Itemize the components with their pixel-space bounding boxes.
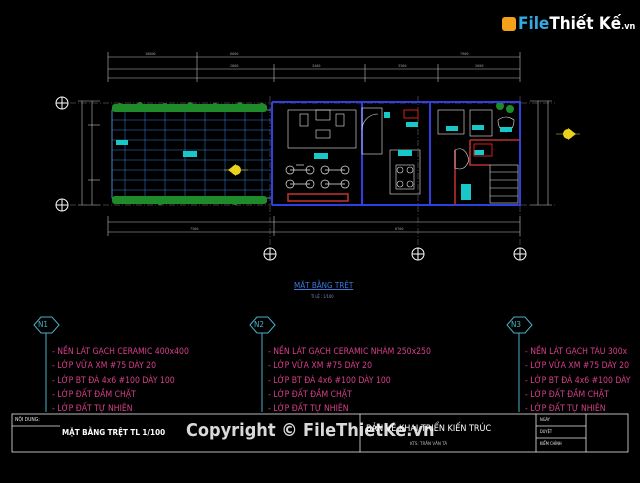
drawing-name: MẶT BẰNG TRỆT TL 1/100 — [62, 428, 166, 437]
note-list-n2: - NỀN LÁT GẠCH CERAMIC NHÁM 250x250 - LỚ… — [268, 345, 431, 416]
note-list-n1: - NỀN LÁT GẠCH CERAMIC 400x400 - LỚP VỮA… — [52, 345, 189, 416]
plan-scale: TỈ LỆ : 1/100 — [311, 294, 334, 299]
note-line: - LỚP VỮA XM #75 DÀY 20 — [268, 361, 373, 372]
note-line: - LỚP ĐẤT ĐẦM CHẶT — [525, 389, 609, 400]
note-line: - LỚP ĐẤT TỰ NHIÊN — [268, 404, 349, 415]
note-id-n1: N1 — [38, 320, 48, 329]
note-line: - LỚP ĐẤT ĐẦM CHẶT — [268, 389, 352, 400]
logo-brand-rest: Thiết Kế — [549, 14, 622, 34]
note-list-n3: - NỀN LÁT GẠCH TÀU 300x - LỚP VỮA XM #75… — [525, 345, 631, 416]
title-block-field-2: DUYỆT — [540, 429, 553, 434]
logo-tld: .vn — [621, 22, 636, 32]
svg-text:7300: 7300 — [190, 227, 198, 231]
logo-brand: File — [518, 14, 550, 34]
note-line: - LỚP ĐẤT TỰ NHIÊN — [52, 404, 133, 415]
note-line: - LỚP BT ĐÁ 4x6 #100 DÀY — [525, 375, 631, 386]
svg-text:3300: 3300 — [398, 64, 406, 68]
note-line: - LỚP ĐẤT TỰ NHIÊN — [525, 404, 606, 415]
copyright-watermark: Copyright © FileThietKe.vn — [186, 420, 435, 441]
note-line: - LỚP ĐẤT ĐẦM CHẶT — [52, 389, 136, 400]
folder-icon — [502, 17, 516, 31]
title-block-field-1: NGÀY — [540, 417, 550, 422]
note-line: - LỚP BT ĐÁ 4x6 #100 DÀY 100 — [52, 375, 175, 386]
svg-text:2600: 2600 — [475, 64, 483, 68]
designer-name: KTS: TRẦN VĂN TÁ — [410, 442, 448, 447]
title-block-label: NỘI DUNG: — [15, 417, 40, 423]
note-id-n3: N3 — [511, 320, 521, 329]
note-id-n2: N2 — [254, 320, 264, 329]
svg-text:8700: 8700 — [395, 227, 403, 231]
svg-text:6600: 6600 — [230, 52, 238, 56]
note-line: - NỀN LÁT GẠCH CERAMIC 400x400 — [52, 347, 189, 357]
note-line: - LỚP VỮA XM #75 DÀY 20 — [525, 361, 630, 372]
note-line: - NỀN LÁT GẠCH TÀU 300x — [525, 347, 628, 357]
site-logo[interactable]: FileThiết Kế.vn — [502, 14, 635, 34]
svg-text:10800: 10800 — [145, 52, 156, 56]
note-line: - NỀN LÁT GẠCH CERAMIC NHÁM 250x250 — [268, 347, 431, 357]
svg-text:2800: 2800 — [230, 64, 238, 68]
note-line: - LỚP VỮA XM #75 DÀY 20 — [52, 361, 157, 372]
svg-text:7900: 7900 — [460, 52, 468, 56]
title-block-field-3: KIỂM CHỈNH — [540, 441, 562, 446]
plan-title: MẶT BẰNG TRỆT — [294, 281, 354, 290]
svg-text:3400: 3400 — [312, 64, 320, 68]
note-line: - LỚP BT ĐÁ 4x6 #100 DÀY 100 — [268, 375, 391, 386]
